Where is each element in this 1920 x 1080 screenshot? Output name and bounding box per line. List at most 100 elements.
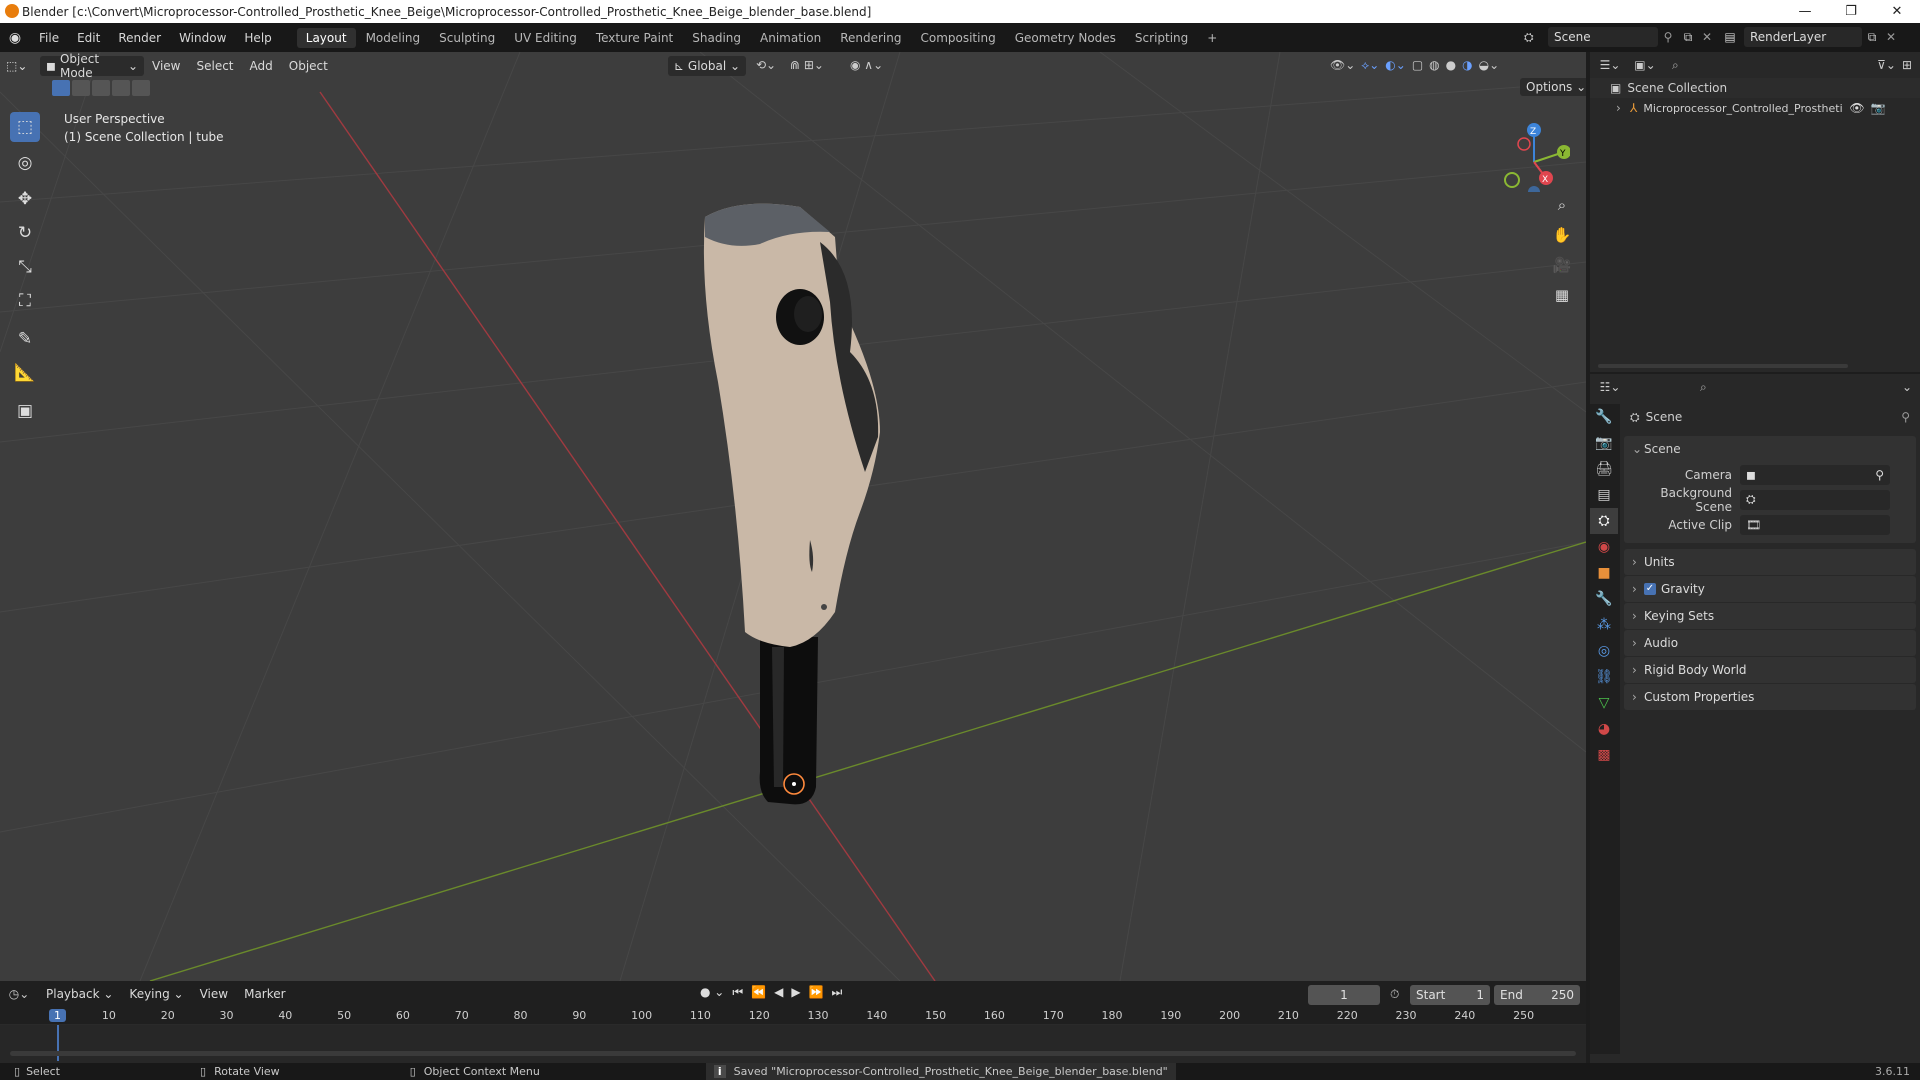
visibility-filter-icon[interactable]: 👁⌄ xyxy=(1330,58,1355,73)
camera-view-icon[interactable]: 🎥 xyxy=(1549,252,1575,278)
panel-rigid-body-world[interactable]: › Rigid Body World xyxy=(1624,657,1916,683)
menu-help[interactable]: Help xyxy=(235,31,280,45)
outliner-search-input[interactable]: ⌕ xyxy=(1666,55,1770,75)
pivot-icon[interactable]: ⟲⌄ xyxy=(756,58,776,72)
add-cube-tool[interactable]: ▣ xyxy=(10,396,40,426)
scene-panel-title[interactable]: Scene xyxy=(1644,442,1681,456)
scene-collection-label[interactable]: Scene Collection xyxy=(1627,81,1727,95)
timeline-menu-marker[interactable]: Marker xyxy=(236,987,293,1001)
options-button[interactable]: Options ⌄ xyxy=(1520,78,1586,96)
next-keyframe-icon[interactable]: ⏩ xyxy=(809,985,824,1000)
object-tab-icon[interactable]: ■ xyxy=(1590,560,1618,586)
3d-viewport[interactable]: ⬚ ◎ ✥ ↻ ⤡ ⛶ ✎ 📐 ▣ User Perspective (1) S… xyxy=(0,52,1586,981)
preview-range-icon[interactable]: ⏱ xyxy=(1390,987,1399,1002)
delete-view-layer-icon[interactable]: ✕ xyxy=(1882,30,1900,44)
xray-icon[interactable]: ▢ xyxy=(1412,58,1423,73)
pan-hand-icon[interactable]: ✋ xyxy=(1549,222,1575,248)
pin-icon[interactable]: ⚲ xyxy=(1901,410,1910,424)
viewport-menu-view[interactable]: View xyxy=(144,59,188,73)
camera-field[interactable]: ◼ ⚲ xyxy=(1740,464,1890,485)
start-frame-field[interactable]: Start 1 xyxy=(1410,985,1490,1005)
gravity-checkbox[interactable]: ✓ xyxy=(1644,583,1656,595)
record-icon[interactable]: ● ⌄ xyxy=(700,985,724,1000)
editor-type-icon[interactable]: ⬚⌄ xyxy=(6,59,40,73)
menu-edit[interactable]: Edit xyxy=(68,31,109,45)
select-invert-icon[interactable] xyxy=(112,80,130,96)
measure-tool[interactable]: 📐 xyxy=(10,358,40,388)
render-camera-icon[interactable]: 📷 xyxy=(1871,101,1886,115)
panel-audio[interactable]: › Audio xyxy=(1624,630,1916,656)
blender-menu-icon[interactable]: ◉ xyxy=(0,30,30,46)
select-intersect-icon[interactable] xyxy=(132,80,150,96)
filter-icon[interactable]: ⊽⌄ xyxy=(1877,58,1896,72)
move-tool[interactable]: ✥ xyxy=(10,184,40,214)
zoom-icon[interactable]: ⌕ xyxy=(1549,192,1575,218)
overlay-toggle-icon[interactable]: ◐⌄ xyxy=(1385,58,1406,73)
tab-layout[interactable]: Layout xyxy=(296,27,356,48)
ortho-grid-icon[interactable]: ▦ xyxy=(1549,282,1575,308)
tab-compositing[interactable]: Compositing xyxy=(911,28,1004,48)
jump-start-icon[interactable]: ⏮ xyxy=(732,985,743,1000)
tab-texture-paint[interactable]: Texture Paint xyxy=(587,28,682,48)
scene-selector-icon[interactable]: ⛭ xyxy=(1524,30,1548,45)
world-tab-icon[interactable]: ◉ xyxy=(1590,534,1618,560)
view-layer-tab-icon[interactable]: ▤ xyxy=(1590,482,1618,508)
properties-search-input[interactable]: ⌕ xyxy=(1694,377,1802,397)
rendered-shading-icon[interactable]: ◒⌄ xyxy=(1479,58,1500,73)
new-view-layer-icon[interactable]: ⧉ xyxy=(1862,30,1882,45)
new-collection-icon[interactable]: ⊞ xyxy=(1902,58,1912,72)
wireframe-shading-icon[interactable]: ◍ xyxy=(1429,58,1439,73)
rotate-tool[interactable]: ↻ xyxy=(10,218,40,248)
annotate-tool[interactable]: ✎ xyxy=(10,324,40,354)
timeline-menu-keying[interactable]: Keying ⌄ xyxy=(121,987,191,1001)
outliner-editor-icon[interactable]: ☰⌄ xyxy=(1590,58,1630,72)
view-layer-field[interactable]: RenderLayer xyxy=(1744,27,1862,47)
scale-tool[interactable]: ⤡ xyxy=(10,252,40,282)
tab-rendering[interactable]: Rendering xyxy=(831,28,910,48)
transform-orientation-dropdown[interactable]: ⊾ Global ⌄ xyxy=(668,56,746,76)
gizmo-toggle-icon[interactable]: ⟡⌄ xyxy=(1361,58,1379,73)
menu-render[interactable]: Render xyxy=(109,31,170,45)
cursor-tool[interactable]: ◎ xyxy=(10,148,40,178)
panel-gravity[interactable]: › ✓ Gravity xyxy=(1624,576,1916,602)
material-tab-icon[interactable]: ◕ xyxy=(1590,716,1618,742)
expand-arrow-icon[interactable]: › xyxy=(1616,101,1630,115)
mode-dropdown[interactable]: ◼ Object Mode ⌄ xyxy=(40,52,144,80)
outliner-object-label[interactable]: Microprocessor_Controlled_Prosthetic_K xyxy=(1643,102,1843,115)
tab-geometry-nodes[interactable]: Geometry Nodes xyxy=(1006,28,1125,48)
transform-tool[interactable]: ⛶ xyxy=(10,286,40,316)
snap-icon[interactable]: ⋒ ⊞⌄ xyxy=(790,58,824,72)
timeline-scrollbar[interactable] xyxy=(10,1051,1576,1056)
menu-window[interactable]: Window xyxy=(170,31,235,45)
new-scene-icon[interactable]: ⧉ xyxy=(1678,30,1698,45)
timeline-track[interactable] xyxy=(0,1025,1586,1063)
view-layer-icon[interactable]: ▤ xyxy=(1716,30,1744,44)
select-extend-icon[interactable] xyxy=(72,80,90,96)
viewport-menu-select[interactable]: Select xyxy=(188,59,241,73)
physics-tab-icon[interactable]: ◎ xyxy=(1590,638,1618,664)
play-icon[interactable]: ▶ xyxy=(791,985,800,1000)
panel-keying-sets[interactable]: › Keying Sets xyxy=(1624,603,1916,629)
viewport-menu-object[interactable]: Object xyxy=(281,59,336,73)
tool-tab-icon[interactable]: 🔧 xyxy=(1590,404,1618,430)
add-workspace-button[interactable]: + xyxy=(1198,28,1226,48)
data-tab-icon[interactable]: ▽ xyxy=(1590,690,1618,716)
tab-scripting[interactable]: Scripting xyxy=(1126,28,1197,48)
maximize-button[interactable]: ❐ xyxy=(1828,0,1874,23)
select-subtract-icon[interactable] xyxy=(92,80,110,96)
minimize-button[interactable]: — xyxy=(1782,0,1828,23)
current-frame-field[interactable]: 1 xyxy=(1308,985,1380,1005)
material-shading-icon[interactable]: ◑ xyxy=(1462,58,1472,73)
prev-keyframe-icon[interactable]: ⏪ xyxy=(751,985,766,1000)
timeline-menu-playback[interactable]: Playback ⌄ xyxy=(38,987,121,1001)
render-tab-icon[interactable]: 📷 xyxy=(1590,430,1618,456)
delete-scene-icon[interactable]: ✕ xyxy=(1698,30,1716,44)
jump-end-icon[interactable]: ⏭ xyxy=(832,985,843,1000)
outliner-scrollbar[interactable] xyxy=(1598,364,1848,368)
scene-tab-icon[interactable]: ⛭ xyxy=(1590,508,1618,534)
end-frame-field[interactable]: End 250 xyxy=(1494,985,1580,1005)
scene-name-field[interactable]: Scene xyxy=(1548,27,1658,47)
timeline-menu-view[interactable]: View xyxy=(192,987,236,1001)
tab-modeling[interactable]: Modeling xyxy=(357,28,430,48)
output-tab-icon[interactable]: 🖨 xyxy=(1590,456,1618,482)
